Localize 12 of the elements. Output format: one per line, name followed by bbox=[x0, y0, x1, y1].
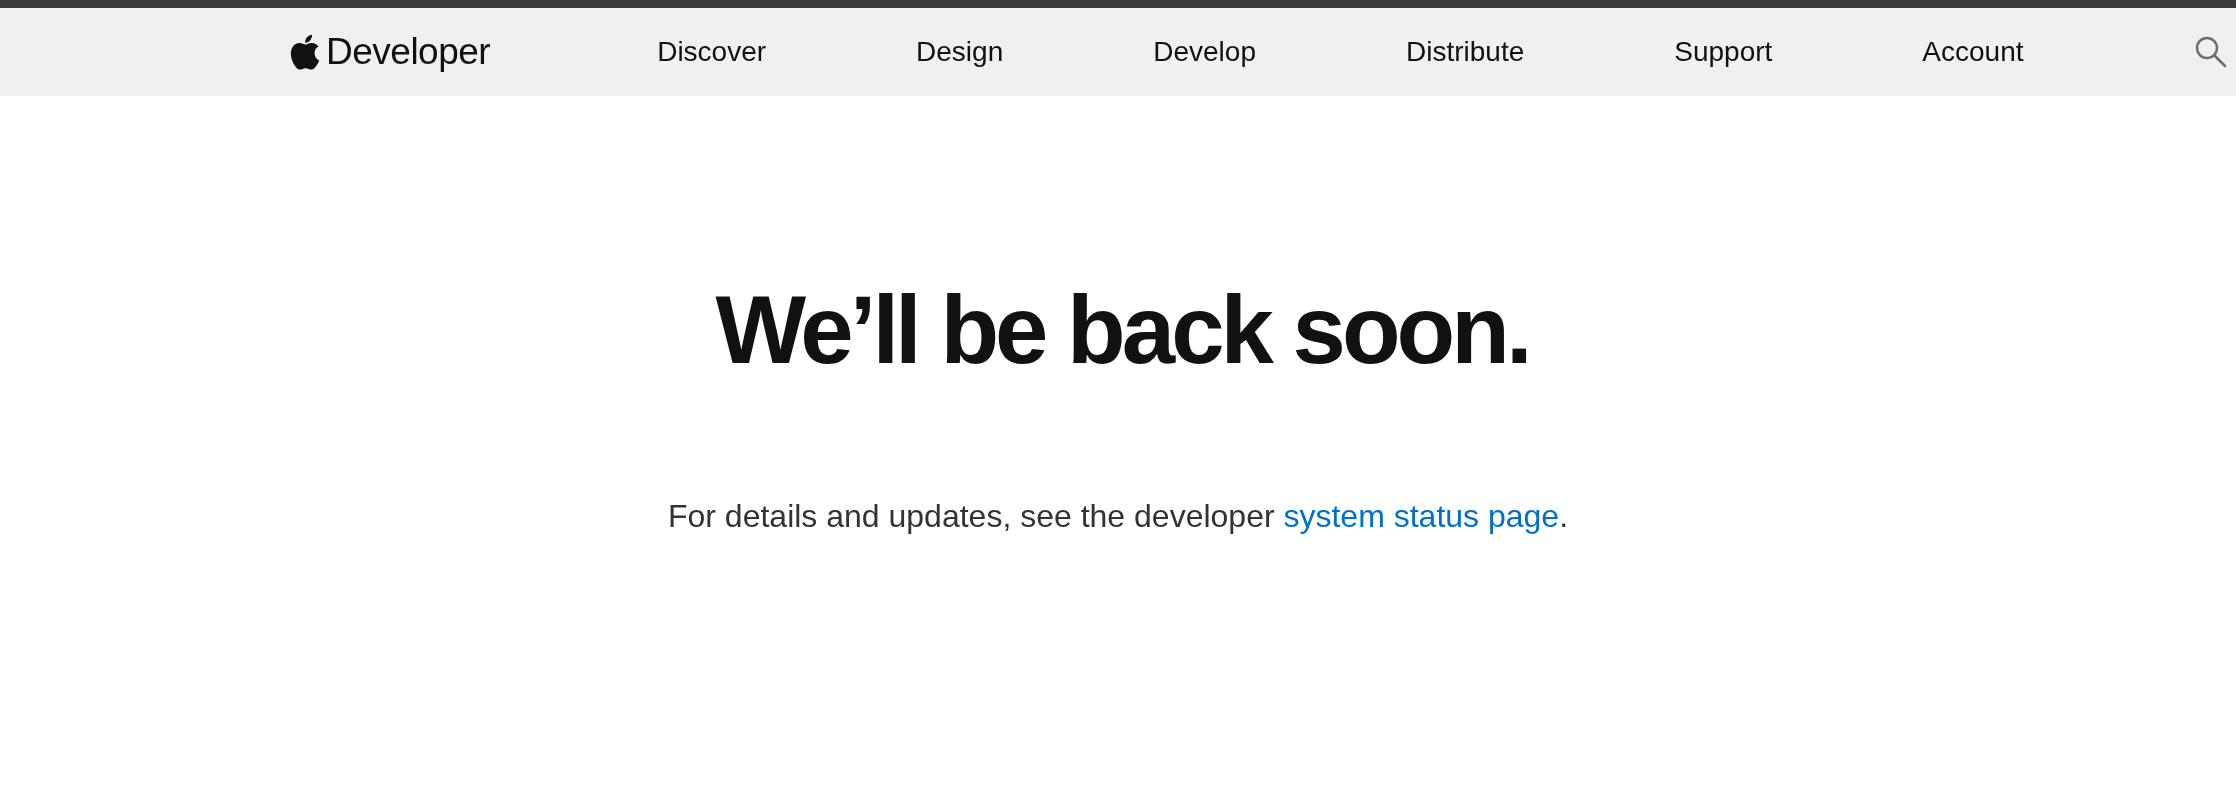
nav-link[interactable]: Account bbox=[1922, 36, 2024, 68]
page-heading: We’ll be back soon. bbox=[715, 282, 1529, 378]
developer-logo[interactable]: Developer bbox=[290, 31, 491, 73]
nav-link[interactable]: Develop bbox=[1153, 36, 1256, 68]
nav-link[interactable]: Distribute bbox=[1406, 36, 1525, 68]
nav-link[interactable]: Discover bbox=[657, 36, 767, 68]
status-page-link[interactable]: system status page bbox=[1283, 498, 1560, 534]
search-icon[interactable] bbox=[2193, 35, 2228, 69]
apple-icon bbox=[290, 34, 320, 70]
nav-link[interactable]: Support bbox=[1674, 36, 1773, 68]
status-message: For details and updates, see the developer system status page. bbox=[667, 498, 1569, 535]
nav-link[interactable]: Design bbox=[916, 36, 1004, 68]
